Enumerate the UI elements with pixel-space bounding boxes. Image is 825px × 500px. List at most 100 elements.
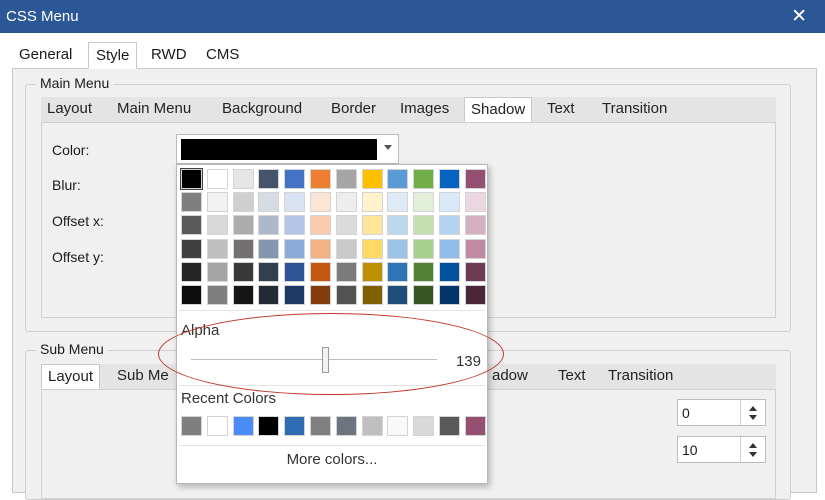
palette-swatch[interactable]: [310, 215, 331, 236]
palette-swatch[interactable]: [310, 238, 331, 259]
palette-swatch[interactable]: [387, 261, 409, 282]
alpha-slider-thumb[interactable]: [321, 347, 329, 373]
palette-swatch[interactable]: [387, 215, 409, 236]
palette-swatch[interactable]: [310, 169, 331, 189]
tab-main-transition[interactable]: Transition: [596, 97, 673, 122]
palette-swatch[interactable]: [258, 285, 280, 305]
palette-swatch[interactable]: [284, 215, 306, 236]
palette-swatch[interactable]: [335, 215, 357, 236]
recent-color-swatch[interactable]: [387, 416, 409, 436]
tab-cms[interactable]: CMS: [199, 42, 246, 69]
palette-swatch[interactable]: [232, 169, 254, 189]
tab-main-layout[interactable]: Layout: [41, 97, 98, 122]
arrow-up-icon[interactable]: [749, 406, 757, 411]
palette-swatch[interactable]: [464, 261, 486, 282]
palette-swatch[interactable]: [206, 215, 228, 236]
recent-color-swatch[interactable]: [361, 416, 383, 436]
palette-swatch[interactable]: [258, 192, 280, 213]
tab-rwd[interactable]: RWD: [144, 42, 194, 69]
recent-color-swatch[interactable]: [284, 416, 306, 436]
palette-swatch[interactable]: [181, 215, 202, 236]
tab-main-background[interactable]: Background: [216, 97, 308, 122]
palette-swatch[interactable]: [464, 169, 486, 189]
palette-swatch[interactable]: [413, 192, 435, 213]
palette-swatch[interactable]: [335, 238, 357, 259]
palette-swatch[interactable]: [284, 192, 306, 213]
tab-sub-transition[interactable]: Transition: [602, 364, 679, 389]
palette-swatch[interactable]: [232, 238, 254, 259]
palette-swatch[interactable]: [413, 169, 435, 189]
palette-swatch[interactable]: [206, 169, 228, 189]
recent-color-swatch[interactable]: [258, 416, 280, 436]
palette-swatch[interactable]: [464, 285, 486, 305]
palette-swatch[interactable]: [439, 261, 460, 282]
spin-field-2[interactable]: 10: [677, 436, 766, 463]
palette-swatch[interactable]: [361, 238, 383, 259]
palette-swatch[interactable]: [439, 169, 460, 189]
recent-color-swatch[interactable]: [413, 416, 435, 436]
palette-swatch[interactable]: [284, 261, 306, 282]
palette-swatch[interactable]: [335, 261, 357, 282]
recent-color-swatch[interactable]: [232, 416, 254, 436]
palette-swatch[interactable]: [361, 192, 383, 213]
tab-sub-sub-menu[interactable]: Sub Me: [111, 364, 175, 389]
palette-swatch[interactable]: [180, 168, 203, 190]
palette-swatch[interactable]: [413, 215, 435, 236]
palette-swatch[interactable]: [464, 192, 486, 213]
palette-swatch[interactable]: [310, 192, 331, 213]
tab-main-shadow[interactable]: Shadow: [464, 97, 533, 122]
palette-swatch[interactable]: [258, 261, 280, 282]
palette-swatch[interactable]: [361, 285, 383, 305]
palette-swatch[interactable]: [181, 238, 202, 259]
tab-main-border[interactable]: Border: [325, 97, 382, 122]
palette-swatch[interactable]: [258, 169, 280, 189]
arrow-down-icon[interactable]: [749, 452, 757, 457]
recent-color-swatch[interactable]: [181, 416, 202, 436]
palette-swatch[interactable]: [439, 285, 460, 305]
palette-swatch[interactable]: [464, 238, 486, 259]
palette-swatch[interactable]: [181, 261, 202, 282]
palette-swatch[interactable]: [464, 215, 486, 236]
palette-swatch[interactable]: [181, 192, 202, 213]
palette-swatch[interactable]: [310, 261, 331, 282]
spin-field-2-buttons[interactable]: [740, 437, 765, 462]
recent-color-swatch[interactable]: [335, 416, 357, 436]
more-colors-button[interactable]: More colors...: [177, 451, 487, 468]
palette-swatch[interactable]: [439, 192, 460, 213]
alpha-slider-track[interactable]: [191, 359, 437, 360]
palette-swatch[interactable]: [387, 285, 409, 305]
recent-color-swatch[interactable]: [206, 416, 228, 436]
palette-swatch[interactable]: [387, 192, 409, 213]
palette-swatch[interactable]: [232, 192, 254, 213]
recent-color-swatch[interactable]: [310, 416, 331, 436]
palette-swatch[interactable]: [361, 215, 383, 236]
palette-swatch[interactable]: [232, 215, 254, 236]
palette-swatch[interactable]: [413, 285, 435, 305]
palette-swatch[interactable]: [413, 261, 435, 282]
palette-swatch[interactable]: [258, 238, 280, 259]
recent-color-swatch[interactable]: [464, 416, 486, 436]
palette-swatch[interactable]: [258, 215, 280, 236]
palette-swatch[interactable]: [206, 285, 228, 305]
tab-main-images[interactable]: Images: [394, 97, 455, 122]
palette-swatch[interactable]: [181, 285, 202, 305]
palette-swatch[interactable]: [387, 238, 409, 259]
palette-swatch[interactable]: [232, 285, 254, 305]
palette-swatch[interactable]: [361, 261, 383, 282]
palette-swatch[interactable]: [413, 238, 435, 259]
arrow-down-icon[interactable]: [749, 415, 757, 420]
palette-swatch[interactable]: [439, 215, 460, 236]
palette-swatch[interactable]: [284, 169, 306, 189]
spin-field-1-buttons[interactable]: [740, 400, 765, 425]
tab-sub-shadow[interactable]: adow: [486, 364, 534, 389]
color-dropdown[interactable]: [176, 134, 399, 164]
tab-main-main-menu[interactable]: Main Menu: [111, 97, 197, 122]
palette-swatch[interactable]: [206, 238, 228, 259]
tab-sub-layout[interactable]: Layout: [41, 364, 101, 389]
palette-swatch[interactable]: [335, 169, 357, 189]
tab-style[interactable]: Style: [88, 42, 138, 69]
palette-swatch[interactable]: [361, 169, 383, 189]
palette-swatch[interactable]: [232, 261, 254, 282]
recent-color-swatch[interactable]: [439, 416, 460, 436]
tab-sub-text[interactable]: Text: [552, 364, 592, 389]
